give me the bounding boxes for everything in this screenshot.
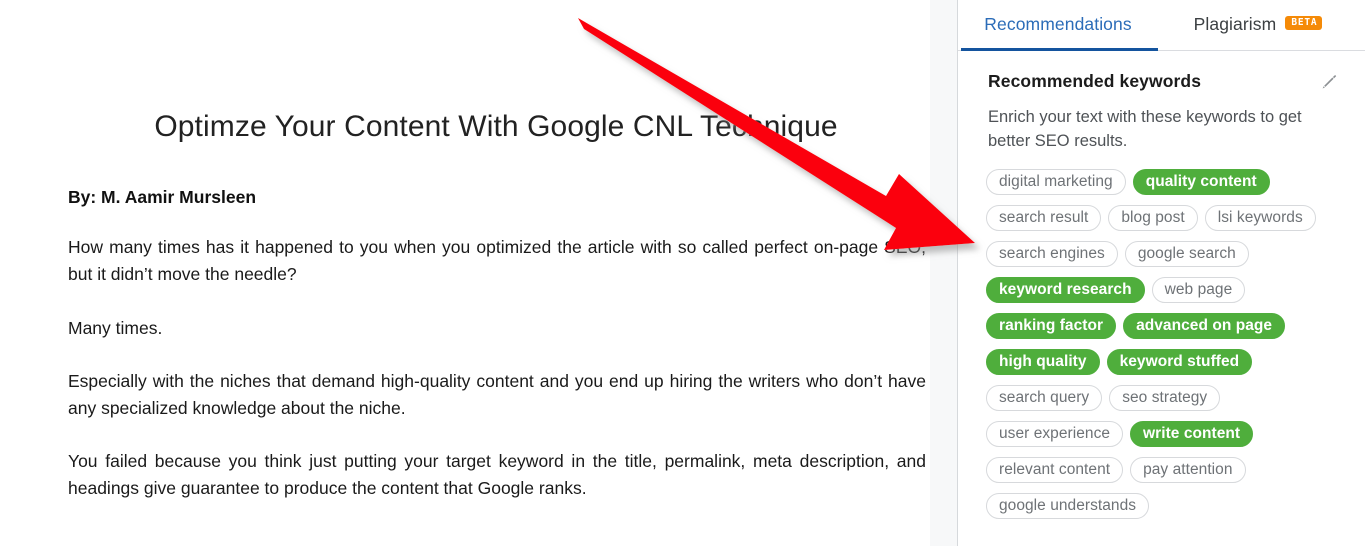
keyword-tag[interactable]: keyword stuffed (1106, 348, 1253, 375)
keyword-tag[interactable]: search query (986, 384, 1103, 411)
tab-plagiarism[interactable]: Plagiarism BETA (1158, 0, 1358, 51)
recommended-keywords-description: Enrich your text with these keywords to … (988, 108, 1302, 151)
keyword-tag[interactable]: high quality (986, 348, 1100, 375)
keyword-tag[interactable]: quality content (1132, 168, 1270, 195)
keyword-tag[interactable]: google understands (986, 492, 1150, 519)
keyword-tag[interactable]: web page (1151, 276, 1246, 303)
keyword-tag[interactable]: relevant content (986, 456, 1124, 483)
keyword-tag[interactable]: lsi keywords (1204, 204, 1316, 231)
keyword-tag[interactable]: ranking factor (986, 312, 1117, 339)
tab-recommendations[interactable]: Recommendations (958, 0, 1158, 51)
tab-plagiarism-label: Plagiarism (1193, 13, 1277, 34)
document-paragraph[interactable]: You failed because you think just puttin… (68, 448, 926, 502)
document-author-line[interactable]: By: M. Aamir Mursleen (68, 186, 926, 209)
panel-body: Recommended keywords Enrich your text wi… (958, 51, 1365, 524)
keyword-tag[interactable]: google search (1124, 240, 1249, 267)
app-root: Optimze Your Content With Google CNL Tec… (0, 0, 1365, 546)
document-content[interactable]: Optimze Your Content With Google CNL Tec… (68, 0, 926, 502)
keyword-tag[interactable]: advanced on page (1123, 312, 1286, 339)
keywords-header-row: Recommended keywords (958, 71, 1365, 92)
keyword-tag[interactable]: digital marketing (986, 168, 1126, 195)
pencil-icon[interactable] (1319, 72, 1339, 92)
keyword-tag[interactable]: search engines (986, 240, 1118, 267)
keyword-tag[interactable]: search result (986, 204, 1102, 231)
keyword-tag[interactable]: write content (1130, 420, 1254, 447)
keyword-tag-list: digital marketing quality content search r… (958, 154, 1365, 524)
tab-recommendations-label: Recommendations (984, 13, 1132, 34)
keyword-tag[interactable]: keyword research (986, 276, 1145, 303)
beta-badge: BETA (1285, 16, 1323, 30)
document-editor-pane[interactable]: Optimze Your Content With Google CNL Tec… (0, 0, 930, 546)
keyword-tag[interactable]: blog post (1108, 204, 1198, 231)
seo-side-panel: Recommendations Plagiarism BETA Recommen… (958, 0, 1365, 546)
keyword-tag[interactable]: user experience (986, 420, 1124, 447)
editor-panel-gutter (930, 0, 957, 546)
document-paragraph[interactable]: How many times has it happened to you wh… (68, 234, 926, 288)
panel-tab-bar: Recommendations Plagiarism BETA (958, 0, 1365, 51)
document-title[interactable]: Optimze Your Content With Google CNL Tec… (68, 108, 926, 146)
document-paragraph[interactable]: Especially with the niches that demand h… (68, 368, 926, 422)
keyword-tag[interactable]: pay attention (1130, 456, 1246, 483)
active-tab-indicator (961, 48, 1158, 51)
keyword-tag[interactable]: seo strategy (1109, 384, 1221, 411)
document-paragraph[interactable]: Many times. (68, 315, 926, 342)
recommended-keywords-title: Recommended keywords (988, 71, 1202, 91)
